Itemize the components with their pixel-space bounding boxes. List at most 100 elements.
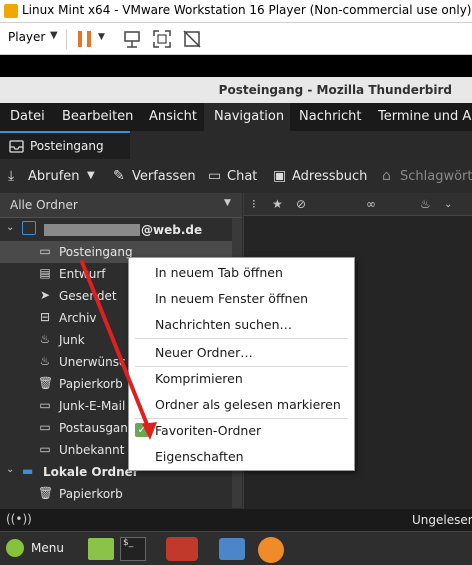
account-row[interactable]: ⌄ @web.de: [0, 219, 232, 241]
menu-item-favorite-folder[interactable]: ✓ Favoriten-Ordner: [129, 418, 354, 443]
menu-item-label: Eigenschaften: [155, 449, 244, 464]
vmware-title-bar: Linux Mint x64 - VMware Workstation 16 P…: [0, 0, 472, 23]
address-book-icon: ▣: [273, 168, 287, 184]
online-status-icon[interactable]: ((•)): [6, 512, 32, 526]
junk-column-icon[interactable]: ♨: [420, 197, 431, 211]
star-icon[interactable]: ★: [272, 197, 283, 211]
pause-icon[interactable]: [76, 30, 94, 48]
chevron-down-icon[interactable]: ▼: [50, 30, 58, 41]
pause-dropdown-icon[interactable]: ▼: [98, 32, 105, 42]
folder-icon: ▭: [39, 420, 51, 434]
chevron-down-icon[interactable]: ▼: [87, 170, 95, 181]
unread-count-label: Ungelesen: [412, 513, 472, 527]
checkbox-checked-icon[interactable]: ✓: [135, 423, 149, 437]
folder-mode-label: Alle Ordner: [10, 198, 78, 212]
thunderbird-window-title: Posteingang - Mozilla Thunderbird: [218, 83, 452, 97]
folder-label: Gesendet: [59, 289, 117, 303]
folder-icon: ▭: [39, 442, 51, 456]
menu-datei[interactable]: Datei: [10, 109, 45, 124]
account-mail-icon: [22, 221, 36, 235]
status-bar: ((•)) Ungelesen: [0, 509, 472, 531]
tags-button[interactable]: Schlagwörte: [400, 169, 472, 184]
folder-label: Posteingang: [59, 245, 133, 259]
chat-icon: ▭: [208, 168, 222, 184]
menu-item-label: In neuem Tab öffnen: [155, 265, 283, 280]
address-book-button[interactable]: Adressbuch: [292, 169, 367, 184]
toolbar-divider: [66, 29, 67, 49]
pdf-reader-icon[interactable]: [166, 537, 198, 561]
menu-item-label: Komprimieren: [155, 371, 243, 386]
folder-icon: ▭: [39, 398, 51, 412]
write-button[interactable]: Verfassen: [132, 169, 196, 184]
vm-screen-gap: [0, 55, 472, 77]
attachment-icon[interactable]: ⊘: [296, 197, 306, 211]
folder-context-menu: In neuem Tab öffnen In neuem Fenster öff…: [128, 257, 355, 471]
menu-item-label: Favoriten-Ordner: [155, 423, 262, 438]
vmware-logo-icon: [4, 4, 18, 18]
folder-label: Papierkorb: [59, 487, 123, 501]
fullscreen-icon[interactable]: [152, 29, 172, 49]
draft-icon: ▤: [39, 266, 51, 280]
folder-item-local-papierkorb[interactable]: 🗑 Papierkorb: [0, 483, 232, 505]
menu-button[interactable]: Menu: [31, 541, 64, 555]
chat-button[interactable]: Chat: [227, 169, 257, 184]
player-menu-button[interactable]: Player: [8, 30, 45, 44]
firefox-icon[interactable]: [258, 537, 284, 563]
folder-mode-selector[interactable]: Alle Ordner ▼: [0, 193, 242, 218]
get-mail-button[interactable]: Abrufen: [28, 169, 80, 184]
menu-item-open-new-window[interactable]: In neuem Fenster öffnen: [129, 286, 354, 311]
thunderbird-title-bar: Posteingang - Mozilla Thunderbird: [0, 77, 472, 103]
redacted-account-name: [44, 224, 140, 236]
local-folders-label: Lokale Ordner: [43, 465, 139, 479]
chevron-down-icon[interactable]: ⌄: [444, 199, 452, 210]
tab-bar: Posteingang: [0, 131, 472, 159]
menu-bar: Datei Bearbeiten Ansicht Navigation Nach…: [0, 103, 472, 131]
thread-column-header: ⁝ ★ ⊘ ∞ ♨ ⌄: [244, 193, 472, 216]
menu-termine[interactable]: Termine und Au: [378, 109, 472, 124]
send-ctrl-alt-del-icon[interactable]: [122, 29, 142, 49]
menu-bearbeiten[interactable]: Bearbeiten: [62, 109, 133, 124]
folder-label: Unerwünsc: [59, 355, 126, 369]
expand-chevron-icon[interactable]: ⌄: [6, 222, 14, 233]
tab-posteingang[interactable]: Posteingang: [0, 131, 130, 159]
chevron-down-icon: ▼: [224, 198, 231, 208]
trash-icon: 🗑: [38, 486, 54, 500]
inbox-icon: ▭: [39, 244, 51, 258]
files-app-icon[interactable]: [88, 538, 114, 560]
pencil-icon: ✎: [113, 168, 125, 184]
terminal-app-icon[interactable]: $_: [120, 537, 146, 561]
menu-separator: [135, 338, 348, 339]
menu-navigation[interactable]: Navigation: [214, 109, 284, 124]
menu-ansicht[interactable]: Ansicht: [149, 109, 197, 124]
vmware-toolbar: Player ▼ ▼: [0, 23, 472, 55]
tab-label: Posteingang: [30, 139, 104, 153]
sent-icon: ➤: [39, 288, 51, 302]
inbox-icon: [9, 140, 24, 153]
mail-app-icon[interactable]: [219, 538, 245, 560]
menu-item-compact[interactable]: Komprimieren: [129, 366, 354, 391]
read-status-icon[interactable]: ∞: [366, 197, 376, 211]
taskbar: Menu $_: [0, 531, 472, 565]
folder-label: Junk: [59, 333, 85, 347]
folder-label: Unbekannt: [59, 443, 125, 457]
junk-icon: ♨: [39, 354, 51, 368]
menu-item-label: In neuem Fenster öffnen: [155, 291, 309, 306]
archive-icon: ⊟: [39, 310, 51, 324]
folder-label: Entwurf: [59, 267, 106, 281]
menu-item-open-new-tab[interactable]: In neuem Tab öffnen: [129, 260, 354, 285]
menu-item-mark-read[interactable]: Ordner als gelesen markieren: [129, 392, 354, 417]
thread-column-icon[interactable]: ⁝: [252, 197, 256, 211]
folder-label: Papierkorb: [59, 377, 123, 391]
folder-label: Archiv: [59, 311, 97, 325]
menu-item-new-folder[interactable]: Neuer Ordner…: [129, 340, 354, 365]
folder-icon: ▬: [22, 464, 34, 478]
menu-nachricht[interactable]: Nachricht: [299, 109, 362, 124]
menu-item-search-messages[interactable]: Nachrichten suchen…: [129, 312, 354, 337]
unity-mode-icon[interactable]: [182, 29, 202, 49]
mint-logo-icon[interactable]: [6, 539, 24, 557]
menu-item-label: Neuer Ordner…: [155, 345, 253, 360]
menu-item-properties[interactable]: Eigenschaften: [129, 444, 354, 469]
trash-icon: 🗑: [38, 376, 54, 390]
download-icon: ⤓: [8, 168, 15, 184]
expand-chevron-icon[interactable]: ⌄: [6, 464, 14, 475]
